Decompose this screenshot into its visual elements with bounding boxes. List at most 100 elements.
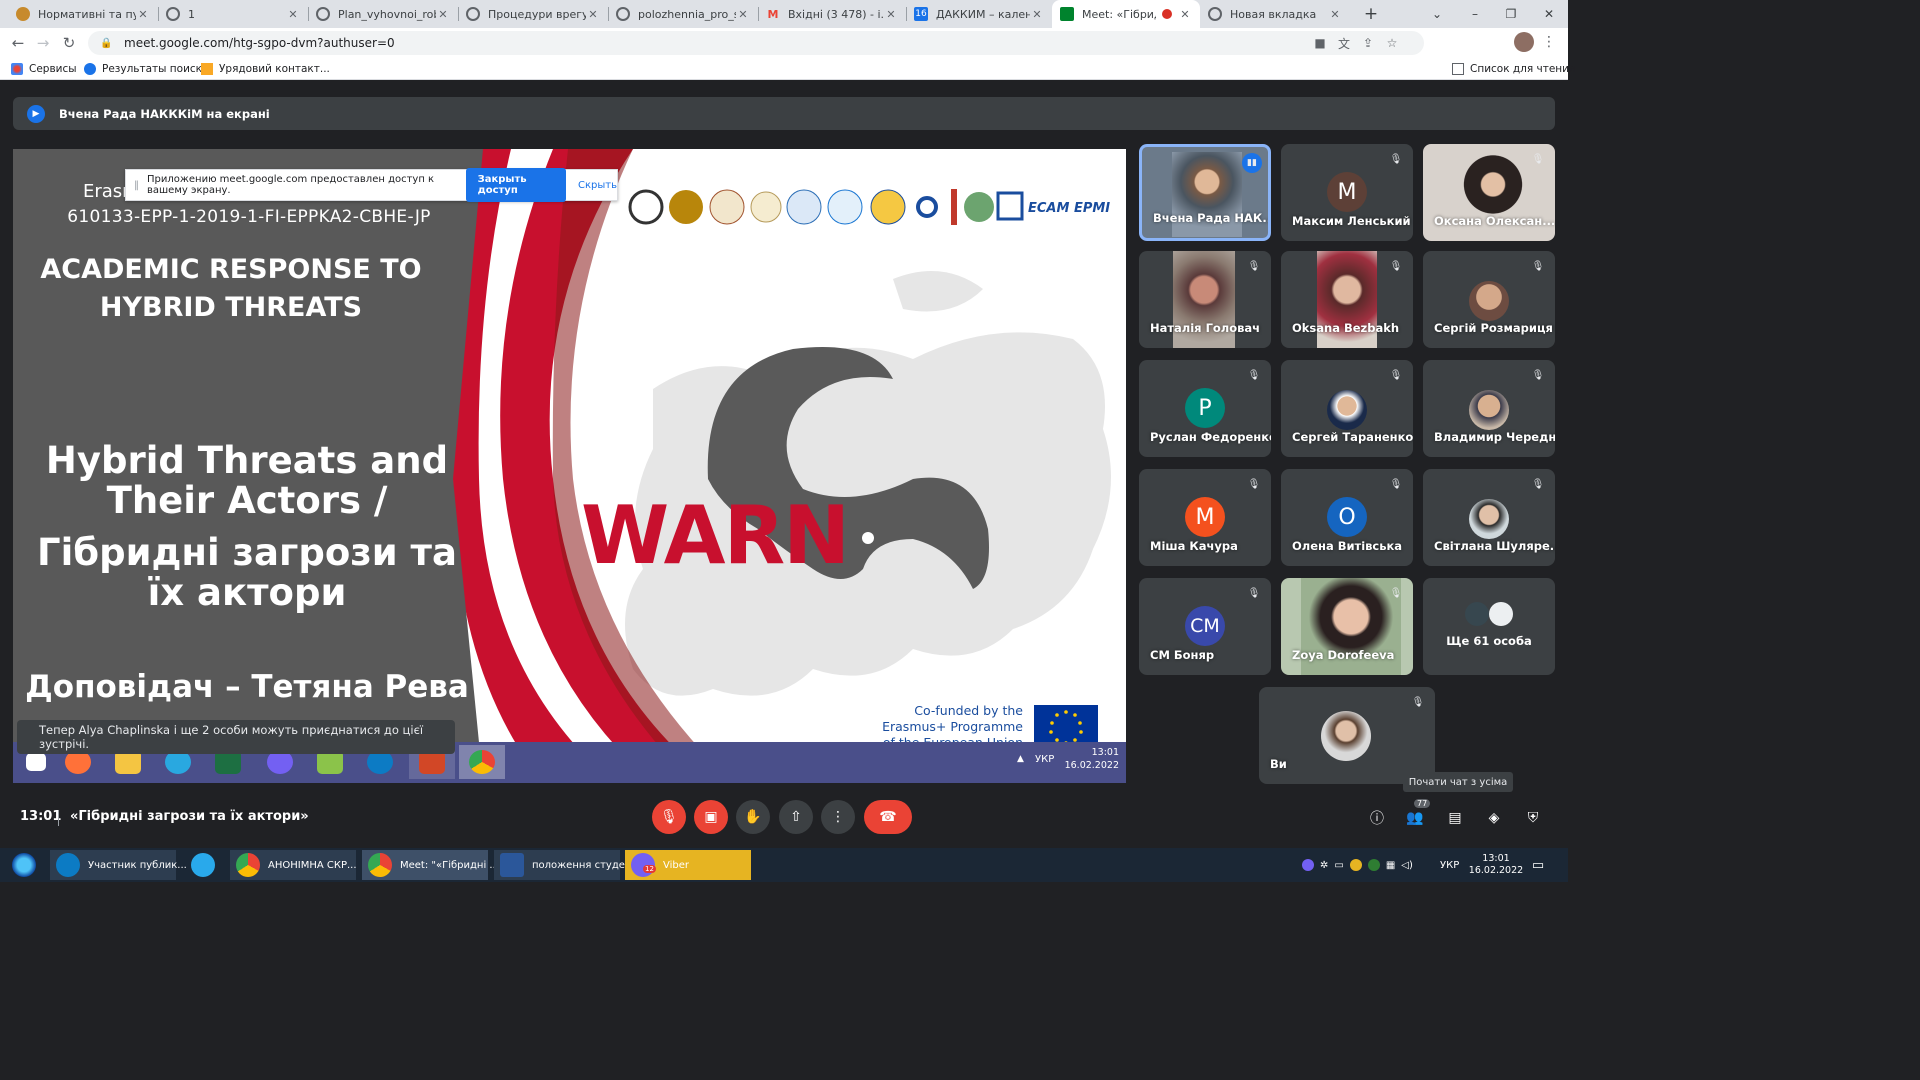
mic-off-icon: 🎙	[1247, 260, 1261, 272]
participant-tile[interactable]: 🎙 Сергій Розмариця	[1423, 251, 1555, 348]
close-icon[interactable]: ✕	[736, 8, 750, 21]
profile-avatar[interactable]	[1514, 32, 1534, 52]
minimize-icon[interactable]: –	[1456, 0, 1494, 28]
system-tray[interactable]: ✲ ▭ ▦ ◁)	[1302, 850, 1432, 880]
leave-call-button[interactable]: ☎	[864, 800, 912, 834]
taskbar-app-telegram[interactable]	[188, 850, 218, 880]
participant-tile[interactable]: 🎙 Oksana Bezbakh	[1281, 251, 1413, 348]
participant-avatar: O	[1327, 497, 1367, 537]
close-icon[interactable]: ✕	[286, 8, 300, 21]
activities-button[interactable]: ◈	[1483, 807, 1505, 829]
participant-tile[interactable]: M 🎙 Міша Качура	[1139, 469, 1271, 566]
stop-sharing-button[interactable]: Закрыть доступ	[465, 168, 567, 202]
hang-up-icon: ☎	[879, 809, 897, 825]
participant-name: Сергей Тараненко	[1292, 430, 1413, 444]
join-notification-toast: Тепер Alya Chaplinska і ще 2 особи можут…	[17, 720, 455, 754]
self-view-tile[interactable]: 🎙 Ви	[1259, 687, 1435, 784]
browser-toolbar: ← → ↻ 🔒 meet.google.com/htg-sgpo-dvm?aut…	[0, 28, 1568, 58]
participant-tile[interactable]: 🎙 Оксана Олексан...	[1423, 144, 1555, 241]
activities-shapes-icon: ◈	[1488, 810, 1500, 826]
network-icon: ▦	[1385, 859, 1396, 871]
taskbar-app-edge[interactable]: Участник публик...	[50, 850, 187, 880]
camera-toggle-button[interactable]: ▣	[694, 800, 728, 834]
tab-search-chevron-icon[interactable]: ⌄	[1418, 0, 1456, 28]
close-icon[interactable]: ✕	[1178, 8, 1192, 21]
chat-button[interactable]: ▤	[1444, 807, 1466, 829]
participant-tile[interactable]: 🎙 Zoya Dorofeeva	[1281, 578, 1413, 675]
host-controls-button[interactable]: ⛨	[1522, 807, 1544, 829]
taskbar-app-word[interactable]: положення студе...	[494, 850, 634, 880]
address-bar[interactable]: 🔒 meet.google.com/htg-sgpo-dvm?authuser=…	[88, 31, 1424, 55]
participant-tile[interactable]: 🎙 Наталія Головач	[1139, 251, 1271, 348]
lock-icon: 🔒	[100, 37, 113, 49]
participant-name: Наталія Головач	[1150, 321, 1261, 335]
translate-icon[interactable]: 文	[1332, 31, 1356, 55]
bookmark-search-results[interactable]: Результаты поиска	[84, 61, 208, 77]
more-options-button[interactable]: ⋮	[821, 800, 855, 834]
hide-notice-button[interactable]: Скрыть	[578, 180, 617, 191]
viber-icon: 12	[631, 853, 656, 877]
meeting-details-info-icon[interactable]: ⓘ	[1366, 807, 1388, 829]
browser-tab[interactable]: polozhennia_pro_soci ✕	[608, 0, 758, 28]
participant-tile[interactable]: P 🎙 Руслан Федоренко	[1139, 360, 1271, 457]
close-icon[interactable]: ✕	[1030, 8, 1044, 21]
calendar-icon: 16	[914, 7, 928, 21]
bookmark-apps[interactable]: Сервисы	[11, 61, 77, 77]
windows-start-button[interactable]	[6, 850, 42, 880]
apps-grid-icon	[11, 63, 23, 75]
reading-list[interactable]: Список для чтения	[1452, 61, 1575, 77]
browser-tab[interactable]: Процедури врегулюв ✕	[458, 0, 608, 28]
participant-tile[interactable]: O 🎙 Олена Витівська	[1281, 469, 1413, 566]
more-participants-tile[interactable]: Ще 61 особа	[1423, 578, 1555, 675]
close-icon[interactable]: ✕	[136, 8, 150, 21]
forward-arrow-icon[interactable]: →	[32, 33, 54, 53]
reload-icon[interactable]: ↻	[58, 33, 80, 53]
participant-tile[interactable]: 🎙 Світлана Шуляре...	[1423, 469, 1555, 566]
drag-handle-icon[interactable]: ‖	[134, 180, 139, 191]
bookmark-label: Урядовий контакт...	[219, 63, 330, 75]
restore-icon[interactable]: ❐	[1492, 0, 1530, 28]
close-icon[interactable]: ✕	[436, 8, 450, 21]
bookmark-star-icon[interactable]: ☆	[1380, 31, 1404, 55]
participant-tile-speaking[interactable]: ▮▮ Вчена Рада НАК...	[1139, 144, 1271, 241]
present-button[interactable]: ⇧	[779, 800, 813, 834]
taskbar-app-viber[interactable]: 12 Viber	[625, 850, 751, 880]
back-arrow-icon[interactable]: ←	[7, 33, 29, 53]
bookmark-gov-contact[interactable]: Урядовий контакт...	[201, 61, 330, 77]
mic-off-icon: 🎙	[1531, 369, 1545, 381]
action-center-icon[interactable]: ▭	[1528, 850, 1548, 880]
participant-tile[interactable]: СМ 🎙 СМ Боняр	[1139, 578, 1271, 675]
people-button[interactable]: 👥 77	[1404, 799, 1431, 829]
browser-menu-icon[interactable]: ⋮	[1542, 34, 1556, 50]
shared-screen[interactable]: Erasm 610133-EPP-1-2019-1-FI-EPPKA2-CBHE…	[13, 149, 1126, 783]
browser-tab[interactable]: Нормативні та публі ✕	[8, 0, 158, 28]
browser-tab[interactable]: M Вхідні (3 478) - i.syvas ✕	[758, 0, 906, 28]
trident-icon	[201, 63, 213, 75]
mic-off-icon: 🎙	[1411, 696, 1425, 708]
raise-hand-button[interactable]: ✋	[736, 800, 770, 834]
taskbar-clock[interactable]: 13:01 16.02.2022	[1469, 850, 1523, 880]
close-icon[interactable]: ✕	[1328, 8, 1342, 21]
mic-toggle-button[interactable]: 🎙	[652, 800, 686, 834]
share-icon[interactable]: ⇪	[1356, 31, 1380, 55]
browser-tab-active[interactable]: Meet: «Гібридні ✕	[1052, 0, 1200, 28]
mic-off-icon: 🎙	[1389, 153, 1403, 165]
windows-logo-icon	[12, 853, 36, 877]
browser-tab[interactable]: Новая вкладка ✕	[1200, 0, 1350, 28]
participant-tile[interactable]: M 🎙 Максим Ленський	[1281, 144, 1413, 241]
browser-tab[interactable]: 16 ДАККИМ – календа ✕	[906, 0, 1052, 28]
taskbar-app-chrome[interactable]: АНОНІМНА СКР...	[230, 850, 357, 880]
close-icon[interactable]: ✕	[586, 8, 600, 21]
browser-tab[interactable]: 1 ✕	[158, 0, 308, 28]
new-tab-plus-icon[interactable]: +	[1352, 0, 1390, 28]
input-language[interactable]: УКР	[1440, 850, 1459, 880]
taskbar-app-chrome-meet[interactable]: Meet: "«Гібридні ...	[362, 850, 499, 880]
participant-tile[interactable]: 🎙 Владимир Чередн...	[1423, 360, 1555, 457]
close-icon[interactable]: ✕	[884, 8, 898, 21]
window-close-icon[interactable]: ✕	[1530, 0, 1568, 28]
browser-tab[interactable]: Plan_vyhovnoi_roboty ✕	[308, 0, 458, 28]
cofund-line: Erasmus+ Programme	[882, 719, 1023, 734]
camera-icon[interactable]: ■	[1308, 31, 1332, 55]
mic-off-icon: 🎙	[1531, 478, 1545, 490]
participant-tile[interactable]: 🎙 Сергей Тараненко	[1281, 360, 1413, 457]
